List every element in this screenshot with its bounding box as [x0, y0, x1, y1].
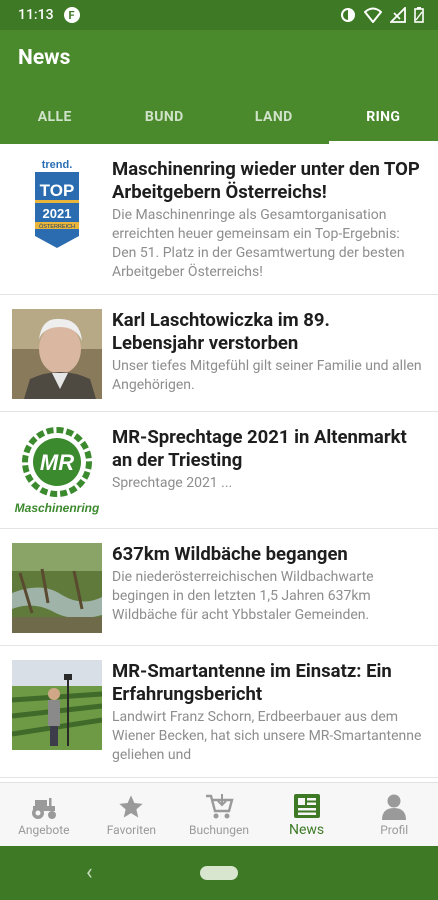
tab-bund[interactable]: BUND	[110, 90, 220, 144]
news-list[interactable]: trend. TOP 2021 ÖSTERREICH Maschinenring…	[0, 144, 438, 782]
nav-favoriten[interactable]: Favoriten	[88, 783, 176, 846]
badge-brand: trend.	[42, 159, 73, 171]
maschinenring-logo: MR Maschinenring	[12, 426, 102, 516]
nav-label: Profil	[380, 823, 409, 837]
nav-buchungen[interactable]: Buchungen	[175, 783, 263, 846]
person-icon	[381, 792, 407, 822]
page-title: News	[18, 46, 71, 70]
battery-icon	[414, 7, 424, 23]
news-title: Karl Laschtowiczka im 89. Lebensjahr ver…	[112, 309, 330, 354]
portrait-photo	[12, 309, 102, 399]
signal-icon	[390, 7, 406, 23]
top-arbeitgeber-badge: trend. TOP 2021 ÖSTERREICH	[12, 158, 102, 248]
system-navigation-bar: ‹	[0, 846, 438, 900]
tractor-icon	[29, 792, 59, 822]
nav-label: Angebote	[18, 823, 70, 837]
news-thumbnail	[12, 660, 102, 750]
star-icon	[117, 792, 145, 822]
news-item[interactable]: MR Maschinenring MR-Sprechtage 2021 in A…	[0, 412, 438, 529]
home-pill[interactable]	[200, 866, 238, 880]
news-title: 637km Wildbäche begangen	[112, 543, 348, 565]
app-notification-icon: F	[63, 7, 80, 23]
news-title: Maschinenring wieder unter den TOP Arbei…	[112, 158, 420, 203]
tab-alle[interactable]: ALLE	[0, 90, 110, 144]
news-item-text: 637km Wildbäche begangen Die niederöster…	[112, 543, 426, 633]
data-saver-icon	[341, 8, 355, 22]
bottom-navigation: Angebote Favoriten Buchungen News Profil	[0, 782, 438, 846]
news-description: Unser tiefes Mitgefühl gilt seiner Famil…	[112, 358, 422, 393]
wifi-icon	[364, 7, 382, 23]
news-thumbnail	[12, 543, 102, 633]
status-bar: 11:13 F	[0, 0, 438, 30]
news-description: Die niederösterreichischen Wildbachwarte…	[112, 569, 374, 623]
logo-caption: Maschinenring	[15, 501, 100, 515]
news-item[interactable]: 637km Wildbäche begangen Die niederöster…	[0, 529, 438, 646]
news-description: Die Maschinenringe als Gesamtorganisatio…	[112, 207, 405, 280]
mr-logo-image: MR Maschinenring	[15, 427, 100, 515]
news-description: Sprechtage 2021 ...	[112, 475, 233, 491]
nav-news[interactable]: News	[263, 783, 351, 846]
news-item-text: MR-Smartantenne im Einsatz: Ein Erfahrun…	[112, 660, 426, 765]
news-thumbnail	[12, 309, 102, 399]
app-bar: News ALLE BUND LAND RING	[0, 30, 438, 144]
news-description: Landwirt Franz Schorn, Erdbeerbauer aus …	[112, 709, 422, 763]
news-title: MR-Smartantenne im Einsatz: Ein Erfahrun…	[112, 660, 392, 705]
status-icons	[340, 7, 424, 23]
news-item[interactable]: trend. TOP 2021 ÖSTERREICH Maschinenring…	[0, 144, 438, 295]
tab-bar: ALLE BUND LAND RING	[0, 90, 438, 144]
news-item[interactable]: Karl Laschtowiczka im 89. Lebensjahr ver…	[0, 295, 438, 412]
logo-initials: MR	[40, 450, 74, 475]
badge-year: 2021	[43, 206, 72, 221]
status-time: 11:13	[18, 7, 54, 23]
cart-icon	[204, 792, 234, 822]
nav-label: Favoriten	[106, 823, 157, 837]
field-photo	[12, 660, 102, 750]
nav-label: Buchungen	[189, 823, 249, 837]
nav-label: News	[288, 822, 325, 838]
nav-profil[interactable]: Profil	[350, 783, 438, 846]
news-item-text: MR-Sprechtage 2021 in Altenmarkt an der …	[112, 426, 426, 516]
badge-top: TOP	[40, 181, 75, 200]
tab-land[interactable]: LAND	[219, 90, 329, 144]
news-title: MR-Sprechtage 2021 in Altenmarkt an der …	[112, 426, 407, 471]
tab-ring[interactable]: RING	[328, 90, 438, 144]
top-employer-badge-image: trend. TOP 2021 ÖSTERREICH	[35, 159, 79, 248]
news-item-text: Karl Laschtowiczka im 89. Lebensjahr ver…	[112, 309, 426, 399]
badge-country: ÖSTERREICH	[39, 223, 75, 230]
back-icon[interactable]: ‹	[86, 860, 93, 885]
news-item-text: Maschinenring wieder unter den TOP Arbei…	[112, 158, 426, 282]
nav-angebote[interactable]: Angebote	[0, 783, 88, 846]
news-icon	[293, 791, 321, 821]
creek-photo	[12, 543, 102, 633]
news-item[interactable]: MR-Smartantenne im Einsatz: Ein Erfahrun…	[0, 646, 438, 778]
